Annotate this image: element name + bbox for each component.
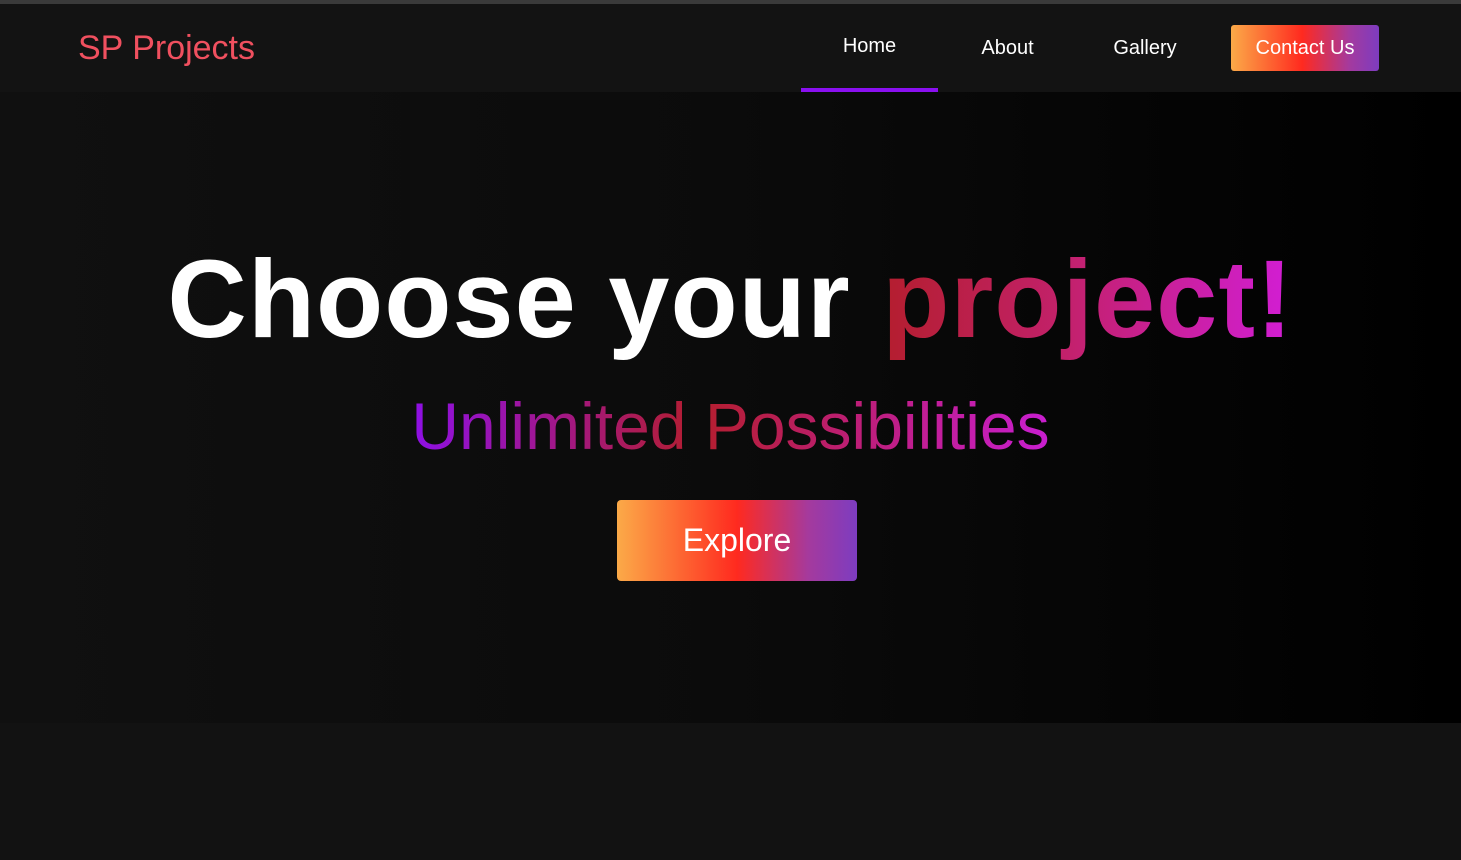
hero-section: Choose your project! Unlimited Possibili… [0,92,1461,723]
contact-us-button[interactable]: Contact Us [1231,25,1379,71]
headline-highlight-text: project! [882,238,1294,361]
hero-subheadline: Unlimited Possibilities [0,388,1461,464]
headline-plain-text: Choose your [167,238,883,361]
nav-item-gallery-label: Gallery [1113,37,1177,59]
nav-item-home[interactable]: Home [801,4,938,92]
nav-item-about[interactable]: About [950,4,1065,92]
hero-headline: Choose your project! [0,240,1461,360]
page-body-below-hero [0,723,1461,860]
explore-button[interactable]: Explore [617,500,857,581]
nav-item-gallery[interactable]: Gallery [1090,4,1200,92]
subheadline-text: Unlimited Possibilities [411,389,1050,463]
nav-item-home-label: Home [842,35,897,57]
nav-item-about-label: About [981,37,1034,59]
navbar: SP Projects Home About Gallery Contact U… [0,4,1461,92]
brand-logo[interactable]: SP Projects [78,28,255,68]
